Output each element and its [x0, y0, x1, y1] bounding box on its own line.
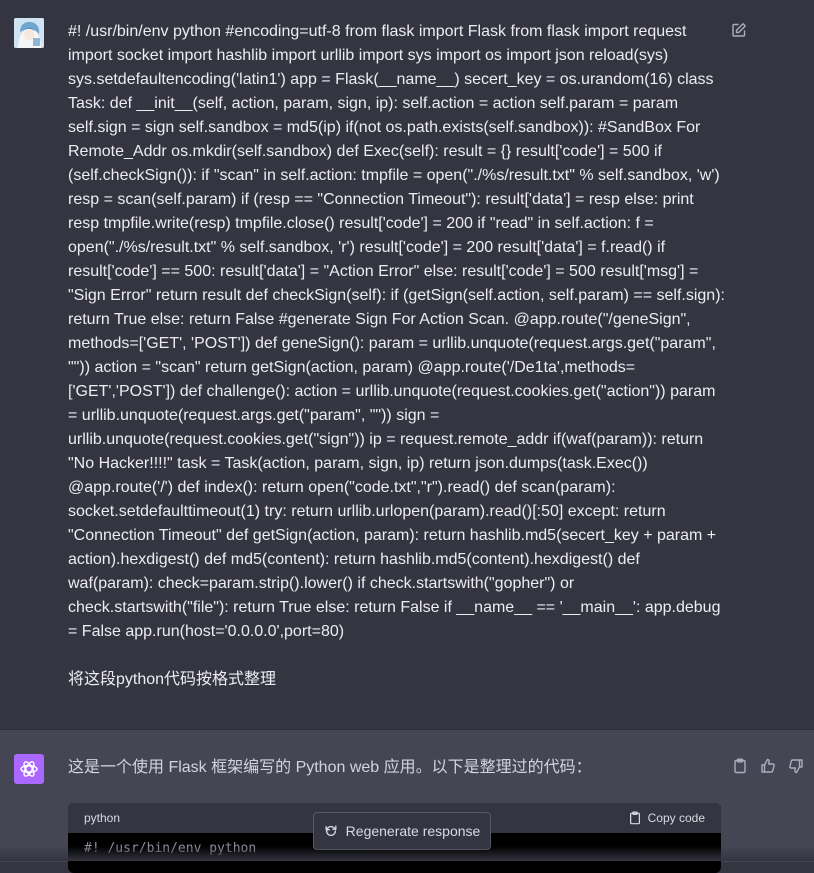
copy-code-label: Copy code: [647, 811, 705, 825]
thumbs-down-icon[interactable]: [788, 758, 804, 774]
code-language-label: python: [84, 811, 121, 825]
assistant-intro-text: 这是一个使用 Flask 框架编写的 Python web 应用。以下是整理过的…: [68, 759, 592, 776]
clipboard-icon[interactable]: [732, 758, 748, 774]
regenerate-response-button[interactable]: Regenerate response: [313, 812, 491, 850]
regenerate-label: Regenerate response: [345, 823, 481, 839]
chatgpt-logo-icon: [14, 754, 44, 784]
user-code-message: #! /usr/bin/env python #encoding=utf-8 f…: [68, 23, 725, 640]
thumbs-up-icon[interactable]: [760, 758, 776, 774]
user-instruction: 将这段python代码按格式整理: [68, 671, 277, 688]
user-message-row: #! /usr/bin/env python #encoding=utf-8 f…: [0, 0, 814, 729]
regenerate-icon: [325, 825, 337, 836]
copy-code-button[interactable]: Copy code: [628, 811, 705, 825]
edit-icon[interactable]: [731, 22, 751, 42]
message-actions: [732, 758, 804, 774]
user-avatar-icon: [14, 18, 44, 48]
clipboard-icon: [629, 811, 640, 825]
